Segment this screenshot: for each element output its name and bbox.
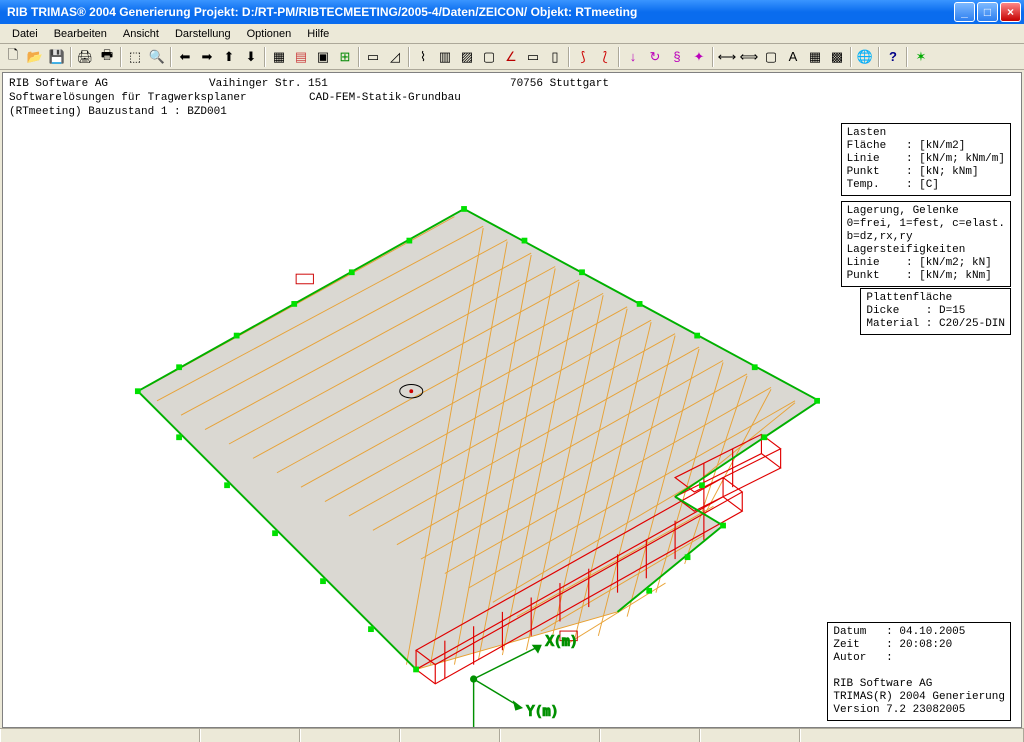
hatch-icon[interactable]: ▨ [456,46,478,68]
leaf-icon[interactable]: ✶ [910,46,932,68]
close-button[interactable]: × [1000,2,1021,22]
menu-datei[interactable]: Datei [4,26,46,42]
layers-icon[interactable]: ▤ [290,46,312,68]
red1-icon[interactable]: ⟆ [572,46,594,68]
menu-bar: Datei Bearbeiten Ansicht Darstellung Opt… [0,24,1024,44]
red2-icon[interactable]: ⟅ [594,46,616,68]
open-icon[interactable]: 📂 [24,46,46,68]
help-icon[interactable]: ? [882,46,904,68]
tool-a-icon[interactable]: ▭ [362,46,384,68]
angle-icon[interactable]: ∠ [500,46,522,68]
arrow-right-icon[interactable]: ➡ [196,46,218,68]
model-canvas[interactable]: X(m) Y(m) Z(m) [3,113,1021,727]
menu-darstellung[interactable]: Darstellung [167,26,239,42]
tool-b-icon[interactable]: ◿ [384,46,406,68]
axis-y-label: Y(m) [526,704,558,719]
print-icon[interactable]: 🖨 [74,46,96,68]
select-icon[interactable]: ⬚ [124,46,146,68]
window-title: RIB TRIMAS® 2004 Generierung Projekt: D:… [3,5,637,19]
maximize-button[interactable]: □ [977,2,998,22]
window-buttons: _ □ × [954,2,1021,22]
arrow-left-icon[interactable]: ⬅ [174,46,196,68]
status-cell [700,729,800,742]
drawing-viewport[interactable]: RIB Software AG Vaihinger Str. 151 70756… [2,72,1022,728]
menu-hilfe[interactable]: Hilfe [299,26,337,42]
view3d-icon[interactable]: ▦ [268,46,290,68]
print-preview-icon[interactable]: 🖶 [96,46,118,68]
status-cell [600,729,700,742]
status-cell [400,729,500,742]
menu-bearbeiten[interactable]: Bearbeiten [46,26,115,42]
rect-icon[interactable]: ▭ [522,46,544,68]
layer2-icon[interactable]: ▥ [434,46,456,68]
menu-optionen[interactable]: Optionen [239,26,300,42]
grid2-icon[interactable]: ▦ [804,46,826,68]
menu-ansicht[interactable]: Ansicht [115,26,167,42]
link-icon[interactable]: ⌇ [412,46,434,68]
rotate-icon[interactable]: ↻ [644,46,666,68]
arrow-down2-icon[interactable]: ↓ [622,46,644,68]
zoom-icon[interactable]: 🔍 [146,46,168,68]
status-cell [500,729,600,742]
spiral-icon[interactable]: § [666,46,688,68]
grid-icon[interactable]: ▣ [312,46,334,68]
star-icon[interactable]: ✦ [688,46,710,68]
status-cell [200,729,300,742]
status-cell [800,729,1024,742]
box-icon[interactable]: ▢ [478,46,500,68]
minimize-button[interactable]: _ [954,2,975,22]
save-icon[interactable]: 💾 [46,46,68,68]
status-cell [0,729,200,742]
status-bar [0,728,1024,742]
mesh-icon[interactable]: ⊞ [334,46,356,68]
new-icon[interactable]: 🗋 [2,46,24,68]
axis-x-label: X(m) [546,634,578,649]
status-cell [300,729,400,742]
text-icon[interactable]: A [782,46,804,68]
toolbar: 🗋 📂 💾 🖨 🖶 ⬚ 🔍 ⬅ ➡ ⬆ ⬇ ▦ ▤ ▣ ⊞ ▭ ◿ ⌇ ▥ ▨ … [0,44,1024,70]
dim-icon[interactable]: ⟷ [716,46,738,68]
window-titlebar: RIB TRIMAS® 2004 Generierung Projekt: D:… [0,0,1024,24]
globe-icon[interactable]: 🌐 [854,46,876,68]
grid3-icon[interactable]: ▩ [826,46,848,68]
arrow-up-icon[interactable]: ⬆ [218,46,240,68]
dim2-icon[interactable]: ⟺ [738,46,760,68]
col-icon[interactable]: ▯ [544,46,566,68]
arrow-down-icon[interactable]: ⬇ [240,46,262,68]
box2-icon[interactable]: ▢ [760,46,782,68]
